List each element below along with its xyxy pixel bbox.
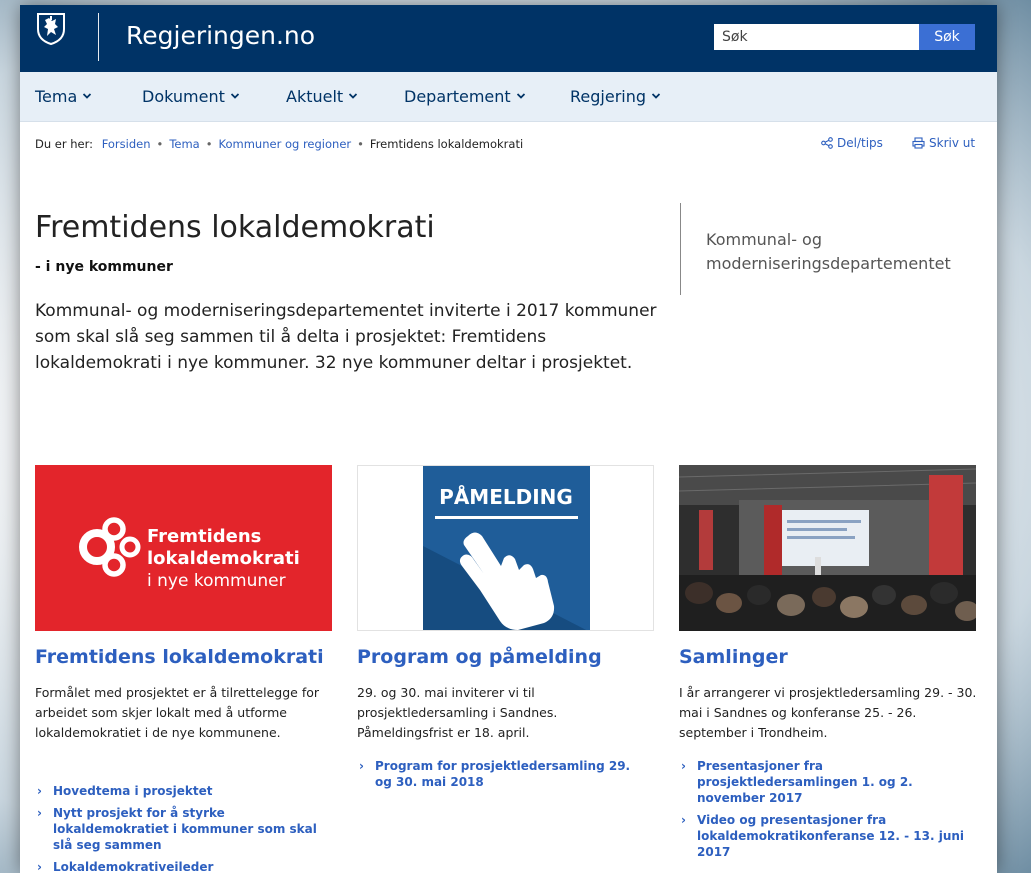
- card-title[interactable]: Samlinger: [679, 646, 788, 668]
- card-link[interactable]: › Nytt prosjekt for å styrke lokaldemokra…: [35, 805, 335, 853]
- chevron-down-icon: [83, 93, 92, 99]
- nav-item-label: Dokument: [142, 87, 225, 106]
- breadcrumb-link-forsiden[interactable]: Forsiden: [102, 137, 151, 151]
- card-title[interactable]: Fremtidens lokaldemokrati: [35, 646, 324, 668]
- card-link[interactable]: › Lokaldemokrativeileder: [35, 859, 335, 873]
- registration-image: PÅMELDING: [423, 466, 590, 630]
- card-link[interactable]: › Hovedtema i prosjektet: [35, 783, 335, 799]
- breadcrumb-link-kommuner[interactable]: Kommuner og regioner: [219, 137, 352, 151]
- breadcrumb-current: Fremtidens lokaldemokrati: [369, 137, 524, 151]
- print-link[interactable]: Skriv ut: [912, 136, 975, 150]
- browser-page: Regjeringen.no Søk Tema Dokument Aktuelt…: [20, 5, 997, 873]
- arrow-right-icon: ›: [681, 759, 686, 773]
- card-link[interactable]: › Program for prosjektledersamling 29. og…: [357, 758, 647, 790]
- share-link[interactable]: Del/tips: [821, 136, 883, 150]
- arrow-right-icon: ›: [37, 806, 42, 820]
- arrow-right-icon: ›: [37, 784, 42, 798]
- card-image-logo[interactable]: Fremtidens lokaldemokrati i nye kommuner: [35, 465, 332, 631]
- main-nav: Tema Dokument Aktuelt Departement Regjer…: [20, 72, 997, 122]
- arrow-right-icon: ›: [681, 813, 686, 827]
- chevron-down-icon: [652, 93, 661, 99]
- share-label: Del/tips: [837, 136, 883, 150]
- nav-item-label: Regjering: [570, 87, 647, 106]
- card-link-label: Nytt prosjekt for å styrke lokaldemokrat…: [53, 806, 317, 852]
- breadcrumb-prefix: Du er her:: [35, 137, 94, 151]
- sidebar-divider: [680, 203, 681, 295]
- registration-image-text: PÅMELDING: [439, 485, 573, 509]
- nav-item-label: Departement: [404, 87, 511, 106]
- site-header: Regjeringen.no Søk: [20, 5, 997, 72]
- nav-item-regjering[interactable]: Regjering: [570, 87, 661, 106]
- project-logo-icon: Fremtidens lokaldemokrati i nye kommuner: [79, 517, 300, 591]
- breadcrumb-link-tema[interactable]: Tema: [169, 137, 199, 151]
- card-link[interactable]: › Presentasjoner fra prosjektledersamling…: [679, 758, 979, 806]
- search-button[interactable]: Søk: [919, 24, 975, 50]
- nav-item-label: Aktuelt: [286, 87, 344, 106]
- print-icon: [912, 137, 925, 149]
- breadcrumb-separator: •: [205, 137, 213, 151]
- nav-item-dokument[interactable]: Dokument: [142, 87, 239, 106]
- department-name[interactable]: Kommunal- og moderniseringsdepartementet: [706, 228, 976, 276]
- chevron-down-icon: [349, 93, 358, 99]
- page-subtitle: - i nye kommuner: [35, 259, 173, 275]
- logo-text-line1: Fremtidens: [147, 526, 261, 547]
- nav-item-aktuelt[interactable]: Aktuelt: [286, 87, 358, 106]
- coat-of-arms-icon[interactable]: [35, 11, 67, 45]
- conference-photo: [679, 465, 976, 631]
- card-image-registration[interactable]: PÅMELDING: [357, 465, 654, 631]
- card-link-list: › Presentasjoner fra prosjektledersamling…: [679, 758, 979, 866]
- card-description: 29. og 30. mai inviterer vi til prosjekt…: [357, 685, 558, 740]
- breadcrumb: Du er her: Forsiden • Tema • Kommuner og reg…: [35, 137, 523, 151]
- card-link-label: Presentasjoner fra prosjektledersamlinge…: [697, 759, 913, 805]
- card-link-label: Hovedtema i prosjektet: [53, 784, 213, 798]
- card-link-list: › Hovedtema i prosjektet › Nytt prosjekt f…: [35, 783, 335, 873]
- chevron-down-icon: [516, 93, 525, 99]
- header-divider: [98, 13, 99, 61]
- card-description: I år arrangerer vi prosjektledersamling …: [679, 685, 977, 740]
- card-link-label: Lokaldemokrativeileder: [53, 860, 214, 873]
- logo-text-line3: i nye kommuner: [147, 571, 286, 591]
- card-image-conference-photo[interactable]: [679, 465, 976, 631]
- arrow-right-icon: ›: [37, 860, 42, 873]
- search-input[interactable]: [714, 24, 919, 50]
- card-link-label: Program for prosjektledersamling 29. og …: [375, 759, 631, 789]
- nav-item-tema[interactable]: Tema: [35, 87, 92, 106]
- breadcrumb-separator: •: [156, 137, 164, 151]
- nav-item-label: Tema: [35, 87, 78, 106]
- site-title[interactable]: Regjeringen.no: [126, 21, 315, 50]
- card-title[interactable]: Program og påmelding: [357, 646, 602, 668]
- card-link-list: › Program for prosjektledersamling 29. og…: [357, 758, 647, 796]
- breadcrumb-separator: •: [357, 137, 364, 151]
- print-label: Skriv ut: [929, 136, 976, 150]
- logo-text-line2: lokaldemokrati: [147, 548, 300, 569]
- arrow-right-icon: ›: [359, 759, 364, 773]
- card-link[interactable]: › Video og presentasjoner fra lokaldemokr…: [679, 812, 979, 860]
- chevron-down-icon: [230, 93, 239, 99]
- share-icon: [821, 137, 833, 149]
- nav-item-departement[interactable]: Departement: [404, 87, 525, 106]
- card-description: Formålet med prosjektet er å tilretteleg…: [35, 685, 320, 740]
- page-title: Fremtidens lokaldemokrati: [35, 210, 435, 245]
- card-link-label: Video og presentasjoner fra lokaldemokra…: [697, 813, 965, 859]
- lead-paragraph: Kommunal- og moderniseringsdepartementet…: [35, 301, 657, 373]
